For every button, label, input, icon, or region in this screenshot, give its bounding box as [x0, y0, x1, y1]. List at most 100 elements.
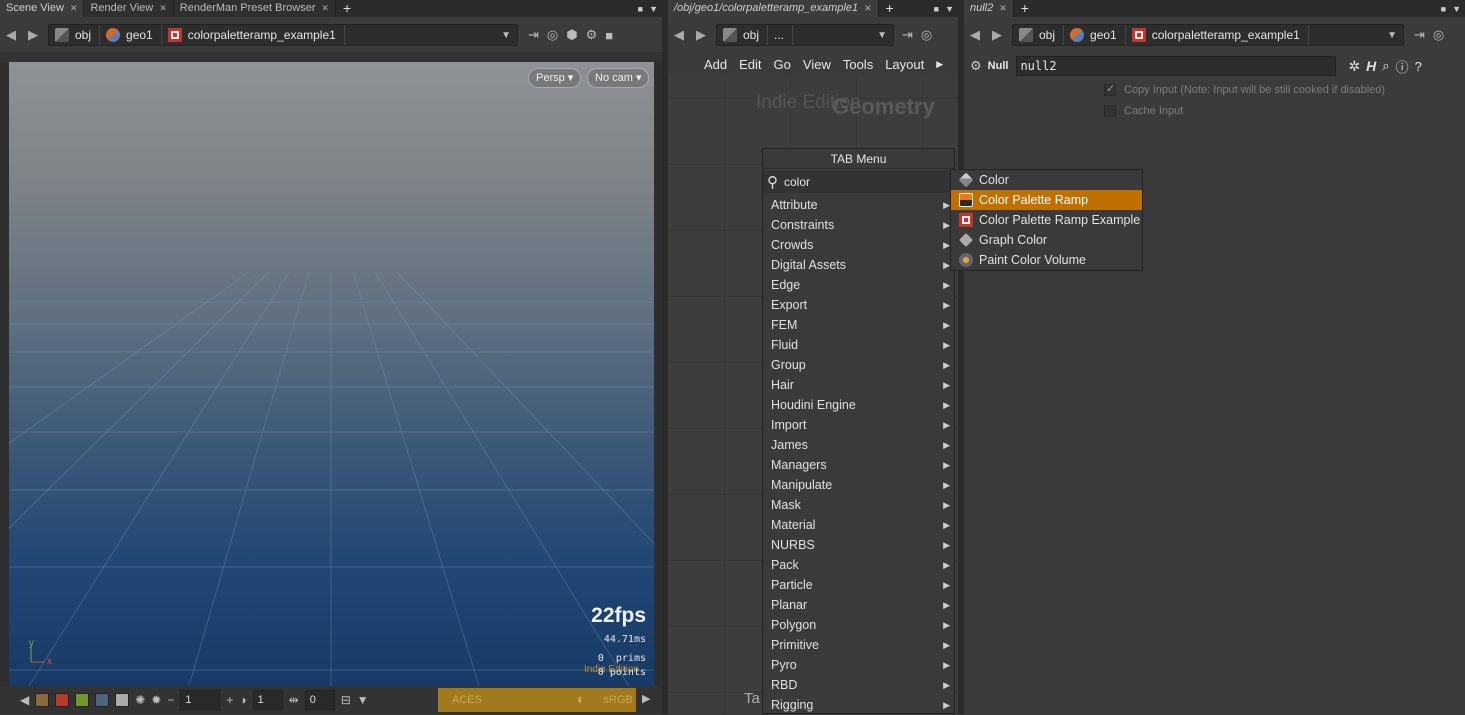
- camera-select-button[interactable]: No cam ▾: [587, 68, 650, 88]
- search-result-item[interactable]: Color Palette Ramp Example: [951, 210, 1142, 230]
- close-icon[interactable]: ✕: [864, 0, 872, 17]
- fullscreen-icon[interactable]: ■: [605, 28, 613, 43]
- right-tool-strip[interactable]: [654, 62, 662, 686]
- crumb-ellipsis[interactable]: ...: [768, 25, 794, 45]
- add-tab-button[interactable]: +: [336, 0, 358, 17]
- chevron-down-icon[interactable]: ▼: [649, 4, 658, 14]
- tab-menu-item[interactable]: Houdini Engine ▶: [763, 395, 954, 415]
- cube-icon[interactable]: ⬢: [566, 27, 577, 43]
- camera-mode-button[interactable]: Persp ▾: [528, 68, 582, 88]
- decrement-button[interactable]: −: [167, 693, 174, 707]
- forward-arrow-icon[interactable]: ▶: [22, 27, 44, 43]
- red-channel-swatch[interactable]: [55, 693, 70, 707]
- crumb-colorpaletteramp[interactable]: colorpaletteramp_example1: [1126, 25, 1309, 45]
- cache-input-checkbox[interactable]: [1104, 105, 1116, 117]
- tab-renderman-preset-browser[interactable]: RenderMan Preset Browser ✕: [173, 0, 337, 17]
- display-select[interactable]: sRGB: [604, 694, 633, 706]
- blue-channel-swatch[interactable]: [95, 693, 110, 707]
- forward-arrow-icon[interactable]: ▶: [986, 27, 1008, 43]
- pane-menu[interactable]: ■ ▼: [934, 0, 954, 17]
- tab-menu-item[interactable]: Particle ▶: [763, 575, 954, 595]
- add-tab-button[interactable]: +: [1014, 0, 1036, 17]
- crumb-geo1[interactable]: geo1: [100, 25, 162, 45]
- tab-scene-view[interactable]: Scene View ✕: [0, 0, 85, 17]
- exposure-icon[interactable]: ✹: [151, 693, 161, 707]
- tab-menu-item[interactable]: Planar ▶: [763, 595, 954, 615]
- search-result-item[interactable]: Graph Color: [951, 230, 1142, 250]
- gamma-field[interactable]: 1: [252, 690, 283, 710]
- crumb-obj[interactable]: obj: [717, 25, 769, 45]
- tab-render-view[interactable]: Render View ✕: [84, 0, 174, 17]
- menu-view[interactable]: View: [803, 57, 831, 72]
- search-result-item[interactable]: Paint Color Volume: [951, 250, 1142, 270]
- color-space-select[interactable]: ACES: [452, 694, 482, 706]
- gamma-icon[interactable]: ◑: [239, 693, 246, 707]
- close-icon[interactable]: ✕: [322, 0, 330, 17]
- pin-icon[interactable]: ⇥: [528, 27, 539, 43]
- tab-menu-search[interactable]: ⚲ color: [763, 171, 954, 193]
- tab-menu-item[interactable]: Pyro ▶: [763, 655, 954, 675]
- help-icon[interactable]: ?: [1415, 59, 1422, 74]
- pane-menu[interactable]: ■ ▼: [1441, 0, 1461, 17]
- chevron-down-icon[interactable]: ▼: [945, 4, 954, 14]
- pane-layout-icon[interactable]: ■: [638, 4, 643, 14]
- settings-icon[interactable]: ✲: [1348, 58, 1360, 75]
- menu-go[interactable]: Go: [774, 57, 791, 72]
- alpha-channel-swatch[interactable]: [115, 693, 130, 707]
- level-field[interactable]: 0: [304, 690, 335, 710]
- level-icon[interactable]: ⇹: [289, 693, 299, 707]
- left-tool-strip[interactable]: [0, 62, 9, 686]
- gear-icon[interactable]: ⚙: [970, 58, 982, 74]
- tab-menu-item[interactable]: Import ▶: [763, 415, 954, 435]
- tab-menu-item[interactable]: Fluid ▶: [763, 335, 954, 355]
- display-options-icon[interactable]: ⚙: [586, 27, 598, 43]
- copy-input-checkbox[interactable]: ✓: [1104, 83, 1116, 96]
- tab-menu-item[interactable]: Attribute ▶: [763, 195, 954, 215]
- tab-menu-item[interactable]: James ▶: [763, 435, 954, 455]
- back-arrow-icon[interactable]: ◀: [0, 27, 22, 43]
- back-arrow-icon[interactable]: ◀: [20, 693, 29, 707]
- tab-menu-item[interactable]: Mask ▶: [763, 495, 954, 515]
- close-icon[interactable]: ✕: [70, 0, 78, 17]
- forward-arrow-icon[interactable]: ▶: [690, 27, 712, 43]
- back-arrow-icon[interactable]: ◀: [668, 27, 690, 43]
- search-result-item[interactable]: Color: [951, 170, 1142, 190]
- crumb-colorpaletteramp[interactable]: colorpaletteramp_example1: [162, 25, 345, 45]
- tab-menu-item[interactable]: Hair ▶: [763, 375, 954, 395]
- chevron-down-icon[interactable]: ▼: [1452, 4, 1461, 14]
- stepper-icon[interactable]: ⬍: [576, 695, 584, 706]
- breadcrumb[interactable]: obj ... ▼: [716, 24, 894, 46]
- background-swatch[interactable]: [35, 693, 50, 707]
- menu-add[interactable]: Add: [704, 57, 727, 72]
- link-icon[interactable]: ◎: [921, 27, 932, 43]
- menu-tools[interactable]: Tools: [843, 57, 873, 72]
- tab-menu-item[interactable]: Manipulate ▶: [763, 475, 954, 495]
- link-icon[interactable]: ◎: [1433, 27, 1444, 43]
- tab-menu-item[interactable]: Digital Assets ▶: [763, 255, 954, 275]
- add-tab-button[interactable]: +: [879, 0, 901, 17]
- tab-menu-item[interactable]: Pack ▶: [763, 555, 954, 575]
- breadcrumb[interactable]: obj geo1 colorpaletteramp_example1 ▼: [48, 24, 518, 46]
- chevron-down-icon[interactable]: ▼: [1381, 30, 1403, 41]
- menu-layout[interactable]: Layout: [885, 57, 924, 72]
- exposure-field[interactable]: 1: [180, 690, 221, 710]
- tab-menu-item[interactable]: Crowds ▶: [763, 235, 954, 255]
- tab-menu-item[interactable]: Polygon ▶: [763, 615, 954, 635]
- pane-layout-icon[interactable]: ■: [934, 4, 939, 14]
- pane-layout-icon[interactable]: ■: [1441, 4, 1446, 14]
- tab-parameters[interactable]: null2 ✕: [964, 0, 1014, 17]
- tab-menu-item[interactable]: Group ▶: [763, 355, 954, 375]
- search-input[interactable]: color: [784, 175, 810, 189]
- search-icon[interactable]: ⌕: [1382, 58, 1389, 74]
- tab-menu-item[interactable]: Managers ▶: [763, 455, 954, 475]
- breadcrumb[interactable]: obj geo1 colorpaletteramp_example1 ▼: [1012, 24, 1404, 46]
- tab-menu-item[interactable]: RBD ▶: [763, 675, 954, 695]
- close-icon[interactable]: ✕: [159, 0, 167, 17]
- compare-icon[interactable]: ⊟: [341, 693, 351, 707]
- tab-menu-item[interactable]: Edge ▶: [763, 275, 954, 295]
- node-name-field[interactable]: null2: [1016, 56, 1337, 76]
- info-icon[interactable]: ⓘ: [1396, 57, 1409, 76]
- pane-menu[interactable]: ■ ▼: [638, 0, 658, 17]
- snap-icon[interactable]: ✺: [135, 693, 145, 707]
- tab-menu-item[interactable]: Constraints ▶: [763, 215, 954, 235]
